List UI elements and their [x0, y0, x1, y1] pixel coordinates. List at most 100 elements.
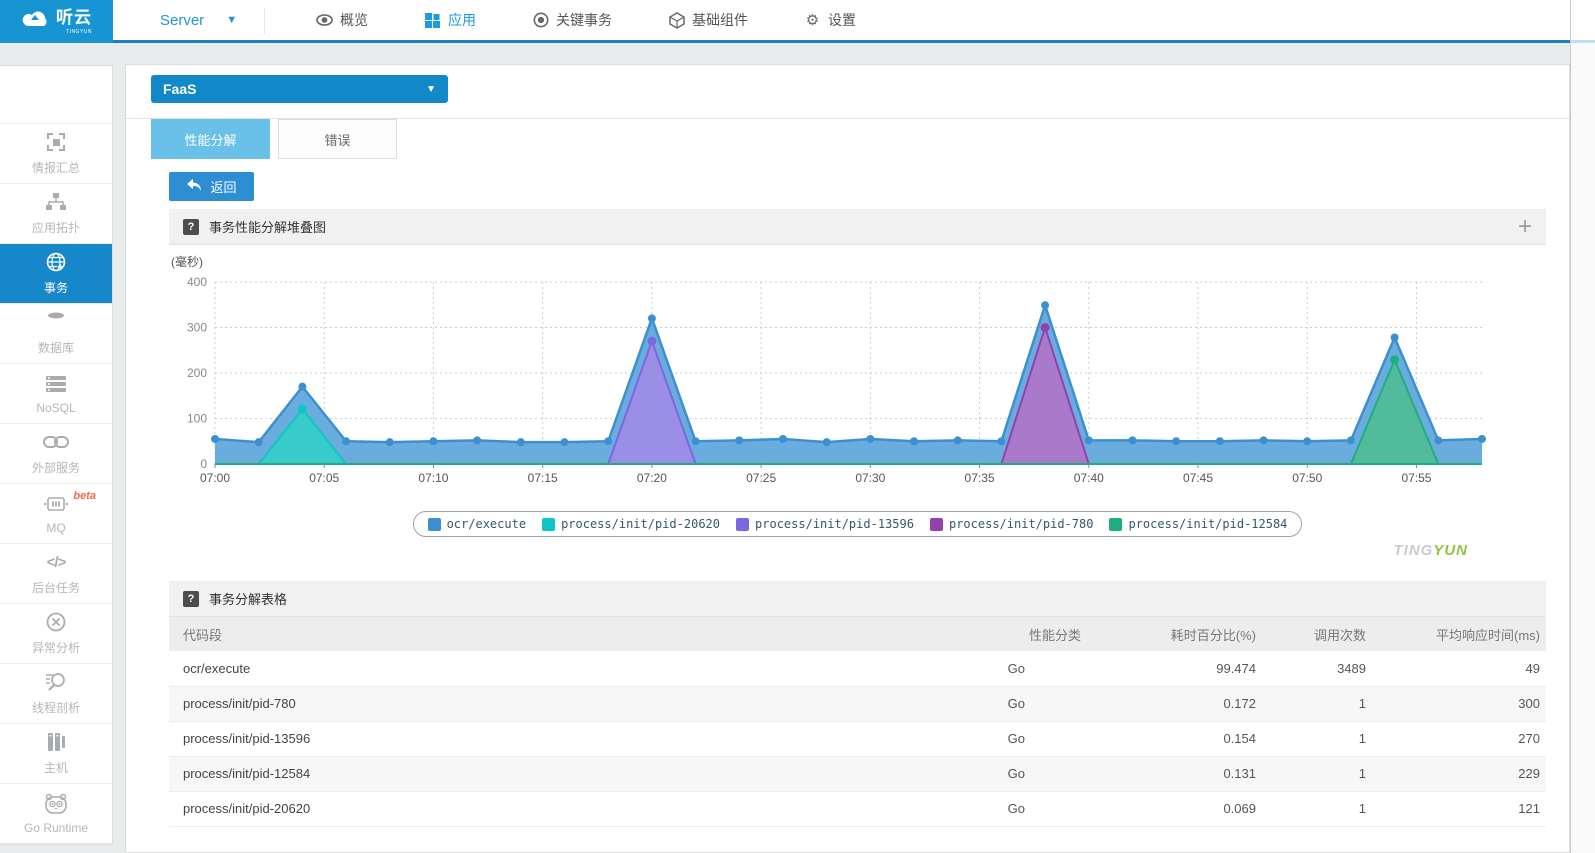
error-circle-icon	[46, 611, 66, 633]
table-cell: 3489	[1256, 651, 1366, 686]
sidebar-item-apps-menu[interactable]	[0, 66, 112, 124]
table-cell: Go	[921, 686, 1081, 721]
code-icon: </>	[47, 551, 66, 573]
x-tick-label: 07:40	[1074, 471, 1104, 485]
database-icon	[45, 311, 67, 333]
nav-item-infrastructure[interactable]: 基础组件	[640, 0, 776, 40]
nav-item-applications[interactable]: 应用	[396, 0, 504, 40]
x-tick-label: 07:35	[965, 471, 995, 485]
nav-items: 概览 应用 关键事务 基础组件 ⚙ 设置	[288, 0, 884, 40]
top-nav: 听云 TINGYUN Server ▼ 概览 应用 关键事务	[0, 0, 1595, 43]
nav-item-label: 关键事务	[556, 10, 612, 30]
x-tick-label: 07:10	[418, 471, 448, 485]
legend-item[interactable]: process/init/pid-780	[930, 517, 1094, 531]
y-axis-unit-label: (毫秒)	[171, 253, 1546, 270]
x-tick-label: 07:20	[637, 471, 667, 485]
nav-item-settings[interactable]: ⚙ 设置	[776, 0, 884, 40]
nosql-icon	[45, 373, 67, 395]
link-icon	[43, 431, 69, 453]
sidebar-item-hosts[interactable]: 主机	[0, 724, 112, 784]
table-cell: 99.474	[1081, 651, 1256, 686]
sidebar-item-mq[interactable]: beta MQ	[0, 484, 112, 544]
x-tick-label: 07:30	[855, 471, 885, 485]
help-icon[interactable]: ?	[183, 591, 199, 607]
sidebar-item-external-services[interactable]: 外部服务	[0, 424, 112, 484]
sidebar-item-label: 主机	[44, 759, 68, 776]
table-row[interactable]: process/init/pid-20620Go0.0691121	[169, 791, 1546, 826]
x-tick-label: 07:50	[1292, 471, 1322, 485]
legend-label: process/init/pid-20620	[561, 517, 720, 531]
table-column-header: 耗时百分比(%)	[1081, 617, 1256, 651]
tab-errors[interactable]: 错误	[278, 119, 397, 159]
sidebar-item-exception-analysis[interactable]: 异常分析	[0, 604, 112, 664]
eye-icon	[316, 12, 333, 29]
help-icon[interactable]: ?	[183, 219, 199, 235]
legend-item[interactable]: process/init/pid-12584	[1109, 517, 1287, 531]
code-segment-cell[interactable]: process/init/pid-20620	[169, 791, 921, 826]
sidebar-item-label: 情报汇总	[32, 159, 80, 176]
table-column-header: 性能分类	[921, 617, 1081, 651]
target-icon	[532, 12, 549, 29]
table-cell: 49	[1366, 651, 1546, 686]
legend-label: process/init/pid-780	[949, 517, 1094, 531]
legend-swatch	[930, 518, 943, 531]
y-tick-label: 100	[187, 412, 207, 426]
sidebar: 情报汇总 应用拓扑 事务 数据库 NoSQL 外部服务 beta M	[0, 65, 113, 845]
sidebar-item-thread-profiler[interactable]: 线程剖析	[0, 664, 112, 724]
product-switcher[interactable]: Server ▼	[160, 0, 237, 40]
tab-strip: 性能分解 错误	[126, 119, 1569, 159]
table-row[interactable]: process/init/pid-780Go0.1721300	[169, 686, 1546, 721]
table-panel: ? 事务分解表格 代码段性能分类耗时百分比(%)调用次数平均响应时间(ms) o…	[169, 581, 1546, 827]
table-row[interactable]: ocr/executeGo99.474348949	[169, 651, 1546, 686]
back-button[interactable]: 返回	[169, 172, 254, 201]
watermark-yun: YUN	[1433, 542, 1468, 559]
page-scrollbar[interactable]	[1570, 0, 1595, 853]
sidebar-item-label: 后台任务	[32, 579, 80, 596]
legend-swatch	[1109, 518, 1122, 531]
table-cell: 1	[1256, 686, 1366, 721]
sidebar-item-label: 事务	[44, 279, 68, 296]
sidebar-item-label: Go Runtime	[24, 821, 88, 835]
caret-down-icon: ▼	[426, 84, 436, 95]
x-tick-label: 07:15	[528, 471, 558, 485]
code-segment-cell[interactable]: ocr/execute	[169, 651, 921, 686]
nav-item-key-transactions[interactable]: 关键事务	[504, 0, 640, 40]
brand-logo[interactable]: 听云 TINGYUN	[0, 0, 113, 43]
application-dropdown[interactable]: FaaS ▼	[151, 75, 448, 103]
legend-item[interactable]: ocr/execute	[428, 517, 526, 531]
stacked-area-chart: 010020030040007:0007:0507:1007:1507:2007…	[169, 270, 1546, 502]
sidebar-item-go-runtime[interactable]: Go Runtime	[0, 784, 112, 844]
sidebar-item-database[interactable]: 数据库	[0, 304, 112, 364]
gear-icon: ⚙	[804, 12, 821, 29]
tab-performance-breakdown[interactable]: 性能分解	[151, 119, 270, 159]
sidebar-item-app-topology[interactable]: 应用拓扑	[0, 184, 112, 244]
expand-icon[interactable]: +	[1518, 215, 1532, 239]
table-row[interactable]: process/init/pid-13596Go0.1541270	[169, 721, 1546, 756]
magnifier-icon	[45, 671, 67, 693]
table-panel-title: 事务分解表格	[209, 589, 287, 608]
server-icon	[46, 731, 66, 753]
sidebar-item-background-tasks[interactable]: </> 后台任务	[0, 544, 112, 604]
queue-icon	[43, 493, 69, 515]
nav-item-overview[interactable]: 概览	[288, 0, 396, 40]
code-segment-cell[interactable]: process/init/pid-12584	[169, 756, 921, 791]
sidebar-item-transactions[interactable]: 事务	[0, 244, 112, 304]
x-tick-label: 07:55	[1401, 471, 1431, 485]
table-cell: 1	[1256, 721, 1366, 756]
sidebar-item-intel-summary[interactable]: 情报汇总	[0, 124, 112, 184]
y-tick-label: 300	[187, 321, 207, 335]
legend-item[interactable]: process/init/pid-13596	[736, 517, 914, 531]
sidebar-item-nosql[interactable]: NoSQL	[0, 364, 112, 424]
legend-label: ocr/execute	[447, 517, 526, 531]
legend-label: process/init/pid-12584	[1128, 517, 1287, 531]
sidebar-item-label: 应用拓扑	[32, 219, 80, 236]
legend-label: process/init/pid-13596	[755, 517, 914, 531]
code-segment-cell[interactable]: process/init/pid-780	[169, 686, 921, 721]
legend-item[interactable]: process/init/pid-20620	[542, 517, 720, 531]
apps-grid-icon	[46, 84, 66, 106]
table-cell: 121	[1366, 791, 1546, 826]
code-segment-cell[interactable]: process/init/pid-13596	[169, 721, 921, 756]
table-row[interactable]: process/init/pid-12584Go0.1311229	[169, 756, 1546, 791]
watermark-ting: TING	[1393, 542, 1433, 559]
chart-panel-header: ? 事务性能分解堆叠图 +	[169, 209, 1546, 245]
